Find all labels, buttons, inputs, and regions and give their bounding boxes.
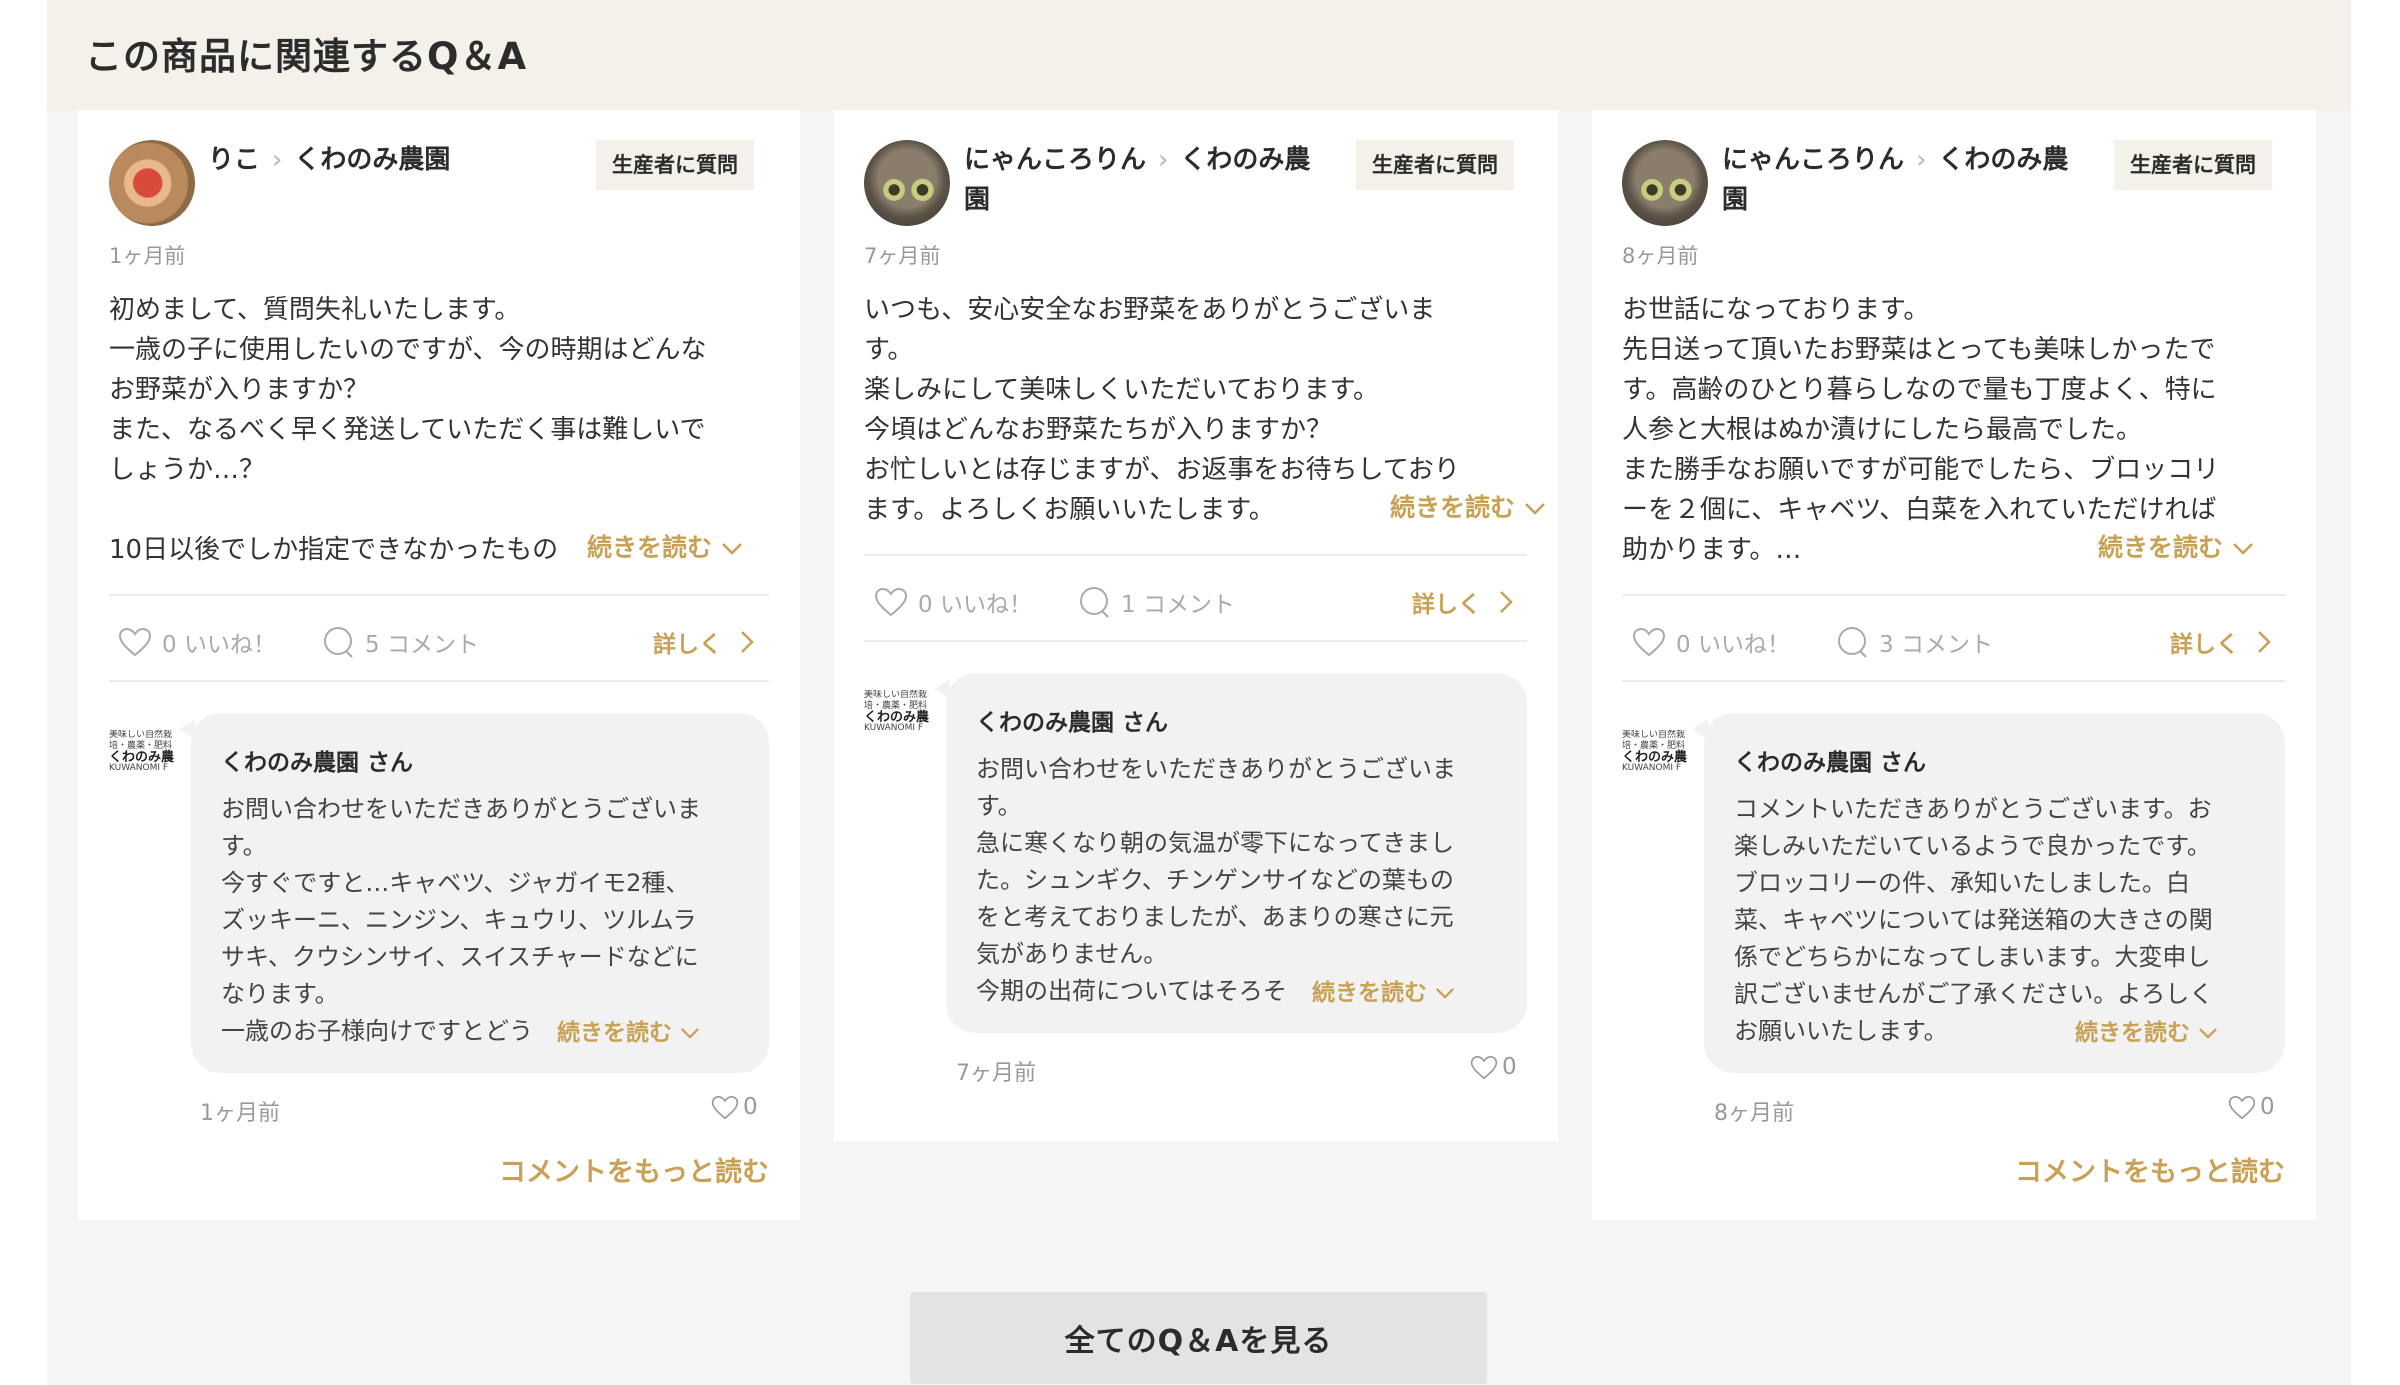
- divider: [109, 680, 769, 682]
- post-time: 1ヶ月前: [109, 244, 186, 268]
- reply-like-button[interactable]: 0: [1470, 1054, 1517, 1080]
- question-text: いつも、安心安全なお野菜をありがとうございま す。 楽しみにして美味しくいただいてお…: [864, 295, 1460, 525]
- read-more-link[interactable]: 続きを読む: [1384, 488, 1546, 524]
- comment-count[interactable]: 3 コメント: [1835, 625, 1993, 659]
- comment-bubble-icon: [321, 625, 355, 659]
- detail-link[interactable]: 詳しく: [653, 625, 754, 659]
- heart-icon: [1632, 627, 1666, 657]
- ask-producer-button[interactable]: 生産者に質問: [2114, 140, 2272, 190]
- detail-link[interactable]: 詳しく: [1412, 585, 1513, 619]
- qa-card: りこ › くわのみ農園 生産者に質問 1ヶ月前 初めまして、質問失礼いたします。 一歳…: [78, 110, 800, 1220]
- reply-time: 1ヶ月前: [200, 1101, 280, 1126]
- section-header: この商品に関連するQ＆A: [47, 0, 2351, 110]
- ask-producer-button[interactable]: 生産者に質問: [596, 140, 754, 190]
- reply-author: くわのみ農園 さん: [221, 750, 414, 776]
- user-name[interactable]: りこ: [208, 145, 260, 175]
- qa-author-line: にゃんころりん › くわのみ農 園: [964, 145, 1311, 215]
- comment-count[interactable]: 5 コメント: [321, 625, 479, 659]
- reply-text: コメントいただきありがとうございます。お 楽しみいただいているようで良かったです。…: [1734, 795, 2214, 1045]
- detail-link[interactable]: 詳しく: [2170, 625, 2271, 659]
- user-name[interactable]: にゃんころりん: [1722, 145, 1904, 175]
- reply-like-button[interactable]: 0: [711, 1094, 758, 1120]
- divider: [109, 594, 769, 596]
- heart-icon: [2228, 1095, 2256, 1120]
- producer-logo[interactable]: 美味しい自然栽培・農薬・肥料 くわのみ農 KUWANOMI F: [1622, 730, 1694, 780]
- reply-author: くわのみ農園 さん: [1734, 750, 1927, 776]
- heart-icon: [874, 587, 908, 617]
- section-title: この商品に関連するQ＆A: [85, 35, 528, 78]
- reply-time: 8ヶ月前: [1714, 1101, 1794, 1126]
- chevron-down-icon: [1524, 502, 1546, 516]
- like-button[interactable]: 0 いいね！: [874, 585, 1032, 619]
- view-all-qa-button[interactable]: 全てのQ＆Aを見る: [910, 1292, 1487, 1384]
- reply-time: 7ヶ月前: [956, 1061, 1036, 1086]
- heart-icon: [711, 1095, 739, 1120]
- post-time: 8ヶ月前: [1622, 244, 1699, 268]
- chevron-down-icon: [721, 542, 743, 556]
- chevron-right-icon: ›: [1916, 145, 1927, 175]
- user-avatar[interactable]: [1622, 140, 1708, 226]
- producer-name[interactable]: くわのみ農園: [294, 145, 450, 175]
- read-more-link[interactable]: 続きを読む: [1306, 973, 1456, 1007]
- divider: [864, 554, 1527, 556]
- reply-text: お問い合わせをいただきありがとうございま す。 今すぐですと…キャベツ、ジャガイモ2…: [221, 795, 701, 1045]
- like-button[interactable]: 0 いいね！: [1632, 625, 1790, 659]
- qa-author-line: りこ › くわのみ農園: [208, 140, 498, 180]
- producer-name[interactable]: くわのみ農: [1180, 145, 1310, 175]
- comment-bubble-icon: [1077, 585, 1111, 619]
- user-avatar[interactable]: [109, 140, 195, 226]
- more-comments-link[interactable]: コメントをもっと読む: [499, 1150, 769, 1189]
- comment-count[interactable]: 1 コメント: [1077, 585, 1235, 619]
- producer-name[interactable]: くわのみ農: [1938, 145, 2068, 175]
- reply-text: お問い合わせをいただきありがとうございま す。 急に寒くなり朝の気温が零下になってき…: [976, 755, 1456, 1005]
- reply-bubble: くわのみ農園 さん お問い合わせをいただきありがとうございま す。 今すぐですと…キ…: [179, 713, 769, 1073]
- chevron-right-icon: ›: [1158, 145, 1169, 175]
- qa-card: にゃんころりん › くわのみ農 園 生産者に質問 7ヶ月前 いつも、安心安全なお野菜…: [834, 110, 1558, 1141]
- user-avatar[interactable]: [864, 140, 950, 226]
- read-more-link[interactable]: 続きを読む: [551, 1013, 701, 1047]
- read-more-link[interactable]: 続きを読む: [581, 528, 743, 564]
- chevron-down-icon: [680, 1027, 700, 1040]
- like-button[interactable]: 0 いいね！: [118, 625, 276, 659]
- read-more-link[interactable]: 続きを読む: [2069, 1013, 2219, 1047]
- chevron-down-icon: [2198, 1027, 2218, 1040]
- user-name[interactable]: にゃんころりん: [964, 145, 1146, 175]
- qa-section: この商品に関連するQ＆A りこ › くわのみ農園 生産者に質問 1ヶ月前 初めまして…: [47, 0, 2351, 1385]
- read-more-link[interactable]: 続きを読む: [2092, 528, 2254, 564]
- chevron-right-icon: [740, 630, 754, 654]
- chevron-right-icon: [1499, 590, 1513, 614]
- ask-producer-button[interactable]: 生産者に質問: [1356, 140, 1514, 190]
- comment-bubble-icon: [1835, 625, 1869, 659]
- heart-icon: [1470, 1055, 1498, 1080]
- reply-bubble: くわのみ農園 さん コメントいただきありがとうございます。お 楽しみいただいている…: [1692, 713, 2285, 1073]
- reply-like-button[interactable]: 0: [2228, 1094, 2275, 1120]
- producer-logo[interactable]: 美味しい自然栽培・農薬・肥料 くわのみ農 KUWANOMI F: [109, 730, 181, 780]
- chevron-down-icon: [1435, 987, 1455, 1000]
- heart-icon: [118, 627, 152, 657]
- divider: [1622, 594, 2285, 596]
- reply-author: くわのみ農園 さん: [976, 710, 1169, 736]
- reply-bubble: くわのみ農園 さん お問い合わせをいただきありがとうございま す。 急に寒くなり朝の…: [934, 673, 1527, 1033]
- chevron-down-icon: [2232, 542, 2254, 556]
- more-comments-link[interactable]: コメントをもっと読む: [2015, 1150, 2285, 1189]
- qa-author-line: にゃんころりん › くわのみ農 園: [1722, 145, 2069, 215]
- divider: [1622, 680, 2285, 682]
- qa-card: にゃんころりん › くわのみ農 園 生産者に質問 8ヶ月前 お世話になっております。…: [1592, 110, 2316, 1220]
- divider: [864, 640, 1527, 642]
- chevron-right-icon: [2257, 630, 2271, 654]
- producer-logo[interactable]: 美味しい自然栽培・農薬・肥料 くわのみ農 KUWANOMI F: [864, 690, 936, 740]
- post-time: 7ヶ月前: [864, 244, 941, 268]
- chevron-right-icon: ›: [272, 145, 283, 175]
